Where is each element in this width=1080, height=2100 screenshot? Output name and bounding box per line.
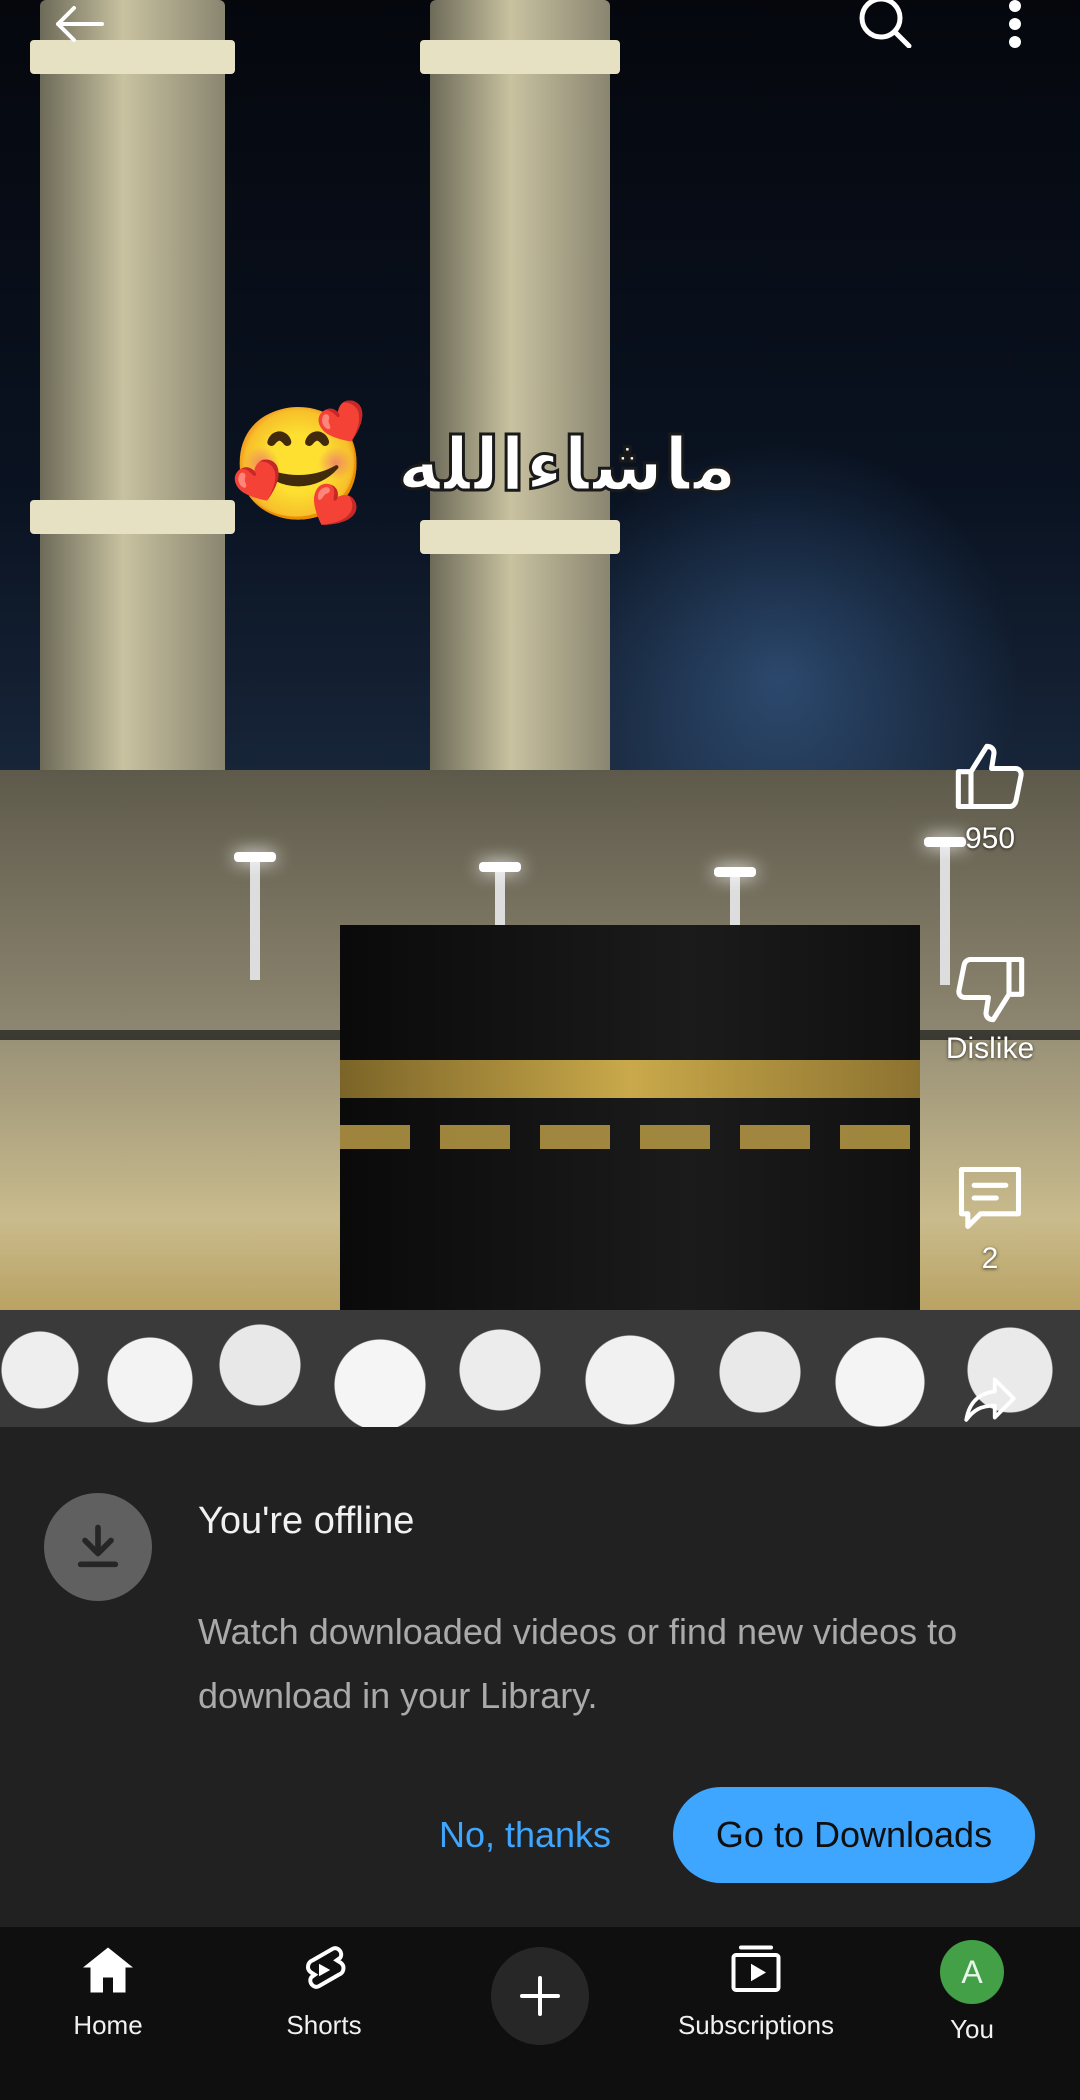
search-icon bbox=[859, 0, 912, 48]
crowd bbox=[0, 1310, 1080, 1427]
overlay-caption: ماشاءالله bbox=[395, 421, 738, 510]
minaret-left bbox=[30, 0, 235, 780]
thumb-up-icon bbox=[955, 743, 1024, 810]
shorts-icon bbox=[306, 1946, 346, 1989]
no-thanks-button[interactable]: No, thanks bbox=[420, 1787, 630, 1883]
more-options-button[interactable] bbox=[985, 0, 1045, 48]
kaaba bbox=[340, 925, 920, 1345]
subscriptions-icon bbox=[731, 1945, 781, 1992]
smiling-hearts-emoji: 🥰 bbox=[230, 403, 367, 526]
offline-title: You're offline bbox=[198, 1500, 415, 1542]
nav-home[interactable]: Home bbox=[8, 1940, 208, 2041]
avatar: A bbox=[940, 1940, 1004, 2004]
minaret-right bbox=[420, 0, 620, 780]
arrow-left-icon bbox=[56, 6, 104, 42]
offline-message: Watch downloaded videos or find new vide… bbox=[198, 1611, 958, 1716]
comments-count: 2 bbox=[981, 1242, 999, 1275]
nav-shorts-label: Shorts bbox=[286, 2010, 362, 2040]
thumb-down-icon bbox=[956, 956, 1025, 1023]
nav-subscriptions[interactable]: Subscriptions bbox=[656, 1940, 856, 2041]
nav-you[interactable]: A You bbox=[872, 1940, 1072, 2045]
like-count: 950 bbox=[964, 822, 1016, 855]
share-icon bbox=[964, 1377, 1016, 1422]
share-button[interactable] bbox=[940, 1370, 1040, 1427]
like-button[interactable]: 950 bbox=[940, 740, 1040, 856]
plus-icon bbox=[520, 1976, 560, 2016]
comments-button[interactable]: 2 bbox=[940, 1160, 1040, 1276]
search-button[interactable] bbox=[850, 0, 920, 48]
comment-icon bbox=[958, 1166, 1022, 1230]
dislike-label: Dislike bbox=[945, 1032, 1035, 1065]
create-button[interactable] bbox=[491, 1947, 589, 2045]
nav-you-label: You bbox=[950, 2014, 994, 2044]
go-to-downloads-button[interactable]: Go to Downloads bbox=[673, 1787, 1035, 1883]
shorts-video[interactable]: 🥰 ماشاءالله bbox=[0, 0, 1080, 1427]
nav-home-label: Home bbox=[73, 2010, 143, 2040]
more-vertical-icon bbox=[1009, 0, 1021, 48]
download-badge bbox=[44, 1493, 152, 1601]
back-button[interactable] bbox=[48, 0, 108, 48]
nav-shorts[interactable]: Shorts bbox=[224, 1940, 424, 2041]
dislike-button[interactable]: Dislike bbox=[940, 950, 1040, 1066]
home-icon bbox=[83, 1947, 133, 1993]
download-icon bbox=[77, 1524, 119, 1568]
nav-subscriptions-label: Subscriptions bbox=[677, 2010, 835, 2040]
video-text-overlay: 🥰 ماشاءالله bbox=[230, 395, 739, 535]
